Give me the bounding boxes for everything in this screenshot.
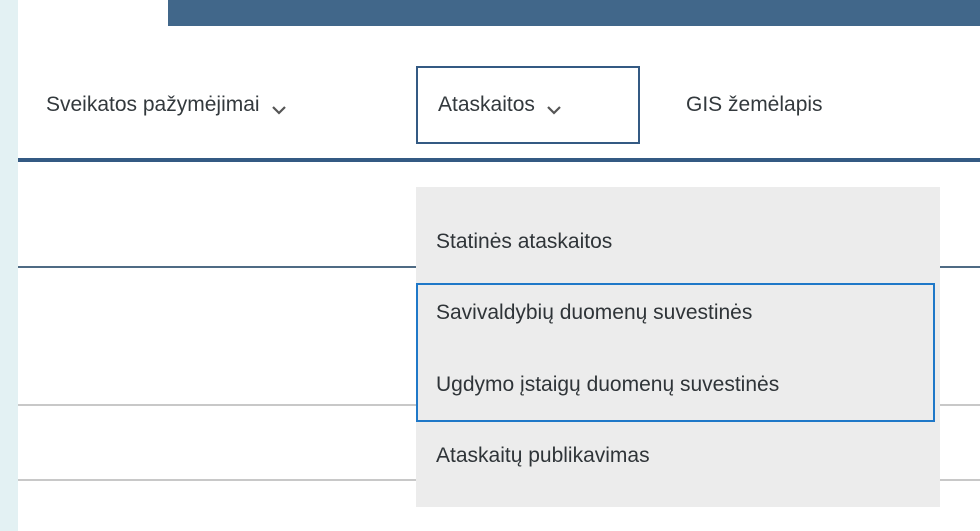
nav-divider <box>18 158 980 162</box>
dropdown-item-savivaldybiu-duomenu-suvestines[interactable]: Savivaldybių duomenų suvestinės <box>436 301 752 325</box>
nav-item-gis-zemelapis[interactable]: GIS žemėlapis <box>686 66 823 144</box>
top-header-bar <box>168 0 980 26</box>
chevron-down-icon <box>545 99 563 115</box>
nav-item-label: Ataskaitos <box>438 93 535 116</box>
chevron-down-icon <box>270 99 288 115</box>
nav-item-label: GIS žemėlapis <box>686 93 823 116</box>
nav-item-ataskaitos[interactable]: Ataskaitos <box>416 66 640 144</box>
nav-item-label: Sveikatos pažymėjimai <box>46 93 260 116</box>
dropdown-item-statines-ataskaitos[interactable]: Statinės ataskaitos <box>436 230 612 254</box>
ataskaitos-dropdown-menu: Statinės ataskaitos Savivaldybių duomenų… <box>416 187 940 507</box>
page: Sveikatos pažymėjimai Ataskaitos GIS žem… <box>18 0 980 531</box>
nav-item-sveikatos-pazymejimai[interactable]: Sveikatos pažymėjimai <box>46 66 288 144</box>
main-navigation: Sveikatos pažymėjimai Ataskaitos GIS žem… <box>18 66 980 158</box>
dropdown-item-ugdymo-istaigu-duomenu-suvestines[interactable]: Ugdymo įstaigų duomenų suvestinės <box>436 373 779 397</box>
dropdown-item-ataskaitu-publikavimas[interactable]: Ataskaitų publikavimas <box>436 444 650 468</box>
